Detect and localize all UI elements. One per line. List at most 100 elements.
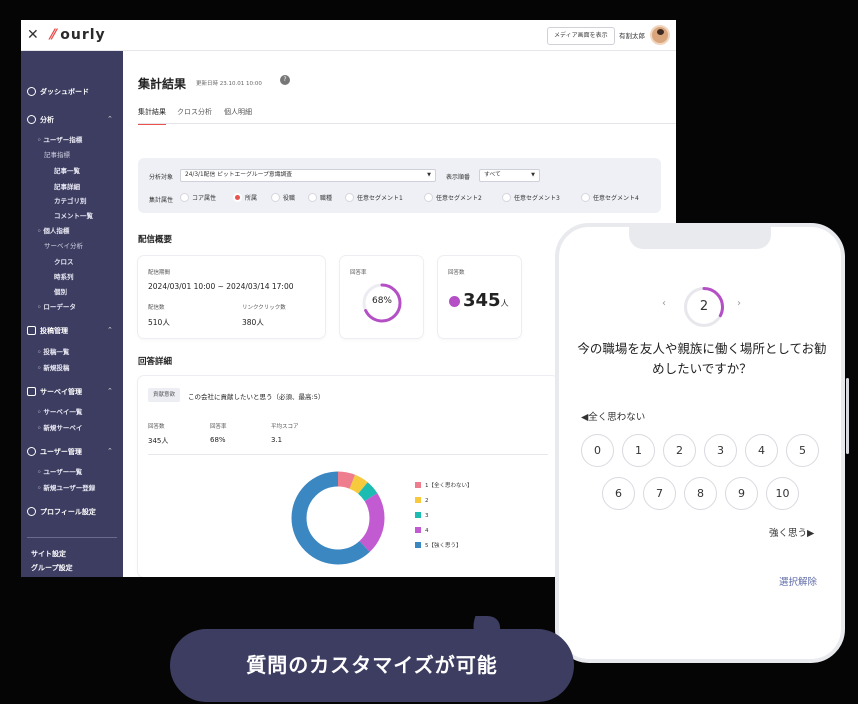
sidebar-item-survey-list[interactable]: ◦ サーベイ一覧	[37, 407, 82, 417]
help-icon[interactable]: ?	[280, 75, 290, 85]
phone-mockup: ‹ 2 › 今の職場を友人や親族に働く場所としてお勧めしたいですか？ ◀全く思わ…	[555, 223, 845, 663]
sidebar-item-comment-list[interactable]: コメント一覧	[54, 211, 93, 221]
radio-position[interactable]: 役職	[271, 193, 295, 204]
detail-count-label: 回答数	[148, 424, 165, 430]
legend-item: 3	[415, 512, 429, 520]
overview-title: 配信概要	[138, 235, 173, 245]
score-button-3[interactable]: 3	[704, 434, 737, 467]
chevron-up-icon[interactable]: ⌃	[107, 115, 113, 123]
sidebar-item-new-survey[interactable]: ◦ 新規サーベイ	[37, 423, 82, 433]
sidebar-item-survey-mgmt[interactable]: サーベイ管理	[27, 387, 82, 397]
sidebar-item-new-post[interactable]: ◦ 新規投稿	[37, 363, 69, 373]
period-value: 2024/03/01 10:00 ~ 2024/03/14 17:00	[148, 282, 294, 291]
question-number: 2	[699, 299, 709, 314]
question-text: 今の職場を友人や親族に働く場所としてお勧めしたいですか？	[577, 341, 827, 376]
sidebar-item-analysis[interactable]: 分析	[27, 115, 54, 125]
sidebar-item-user-list[interactable]: ◦ ユーザー一覧	[37, 467, 82, 477]
radio-segment-3[interactable]: 任意セグメント3	[502, 193, 560, 204]
users-icon	[27, 447, 36, 456]
clear-selection-link[interactable]: 選択解除	[779, 574, 817, 588]
sidebar-item-post-mgmt[interactable]: 投稿管理	[27, 326, 68, 336]
sidebar-item-site-settings[interactable]: サイト設定	[31, 549, 66, 559]
rate-card: 回答率 68%	[340, 256, 423, 338]
sent-label: 配信数	[148, 305, 165, 311]
detail-rate-value: 68%	[210, 436, 226, 444]
score-button-2[interactable]: 2	[663, 434, 696, 467]
radio-department[interactable]: 所属	[233, 193, 257, 204]
legend-item: 2	[415, 497, 429, 505]
phone-notch	[629, 227, 771, 249]
chevron-up-icon[interactable]: ⌃	[107, 387, 113, 395]
sidebar-item-cross[interactable]: クロス	[54, 257, 74, 267]
clicks-value: 380人	[242, 318, 264, 327]
caret-down-icon: ▼	[531, 172, 535, 178]
sidebar-item-personal-metrics[interactable]: ◦ 個人指標	[37, 226, 69, 236]
phone-side-button	[846, 378, 849, 454]
survey-icon	[27, 387, 36, 396]
sidebar-item-raw-data[interactable]: ◦ ローデータ	[37, 302, 76, 312]
score-button-4[interactable]: 4	[745, 434, 778, 467]
sidebar-item-profile[interactable]: プロフィール設定	[27, 507, 96, 517]
radio-segment-1[interactable]: 任意セグメント1	[345, 193, 403, 204]
radio-core[interactable]: コア属性	[180, 193, 216, 204]
score-button-7[interactable]: 7	[643, 477, 676, 510]
period-label: 配信期間	[148, 270, 171, 276]
close-icon[interactable]: ✕	[27, 26, 39, 44]
radio-segment-2[interactable]: 任意セグメント2	[424, 193, 482, 204]
chevron-up-icon[interactable]: ⌃	[107, 326, 113, 334]
filter-panel: 分析対象 24/3/1配信 ピットエーグループ意識調査 ▼ 表示順番 すべて ▼ 集…	[138, 158, 661, 213]
sidebar-item-group-settings[interactable]: グループ設定	[31, 563, 73, 573]
divider	[148, 454, 548, 455]
score-button-8[interactable]: 8	[684, 477, 717, 510]
sidebar-item-dashboard[interactable]: ダッシュボード	[27, 87, 89, 97]
tab-individual-detail[interactable]: 個人明細	[224, 107, 252, 123]
sidebar-divider	[27, 537, 117, 538]
radio-segment-4[interactable]: 任意セグメント4	[581, 193, 639, 204]
user-name: 有割太郎	[619, 32, 645, 40]
sidebar-item-individual[interactable]: 個別	[54, 287, 67, 297]
low-scale-label: ◀全く思わない	[581, 412, 646, 423]
search-icon	[27, 115, 36, 124]
sidebar-item-time-series[interactable]: 時系列	[54, 272, 74, 282]
score-button-5[interactable]: 5	[786, 434, 819, 467]
score-button-10[interactable]: 10	[766, 477, 799, 510]
chevron-left-icon[interactable]: ‹	[662, 298, 666, 309]
target-label: 分析対象	[149, 174, 174, 181]
sidebar-item-new-user[interactable]: ◦ 新規ユーザー登録	[37, 483, 95, 493]
sidebar-item-article-detail[interactable]: 記事詳細	[54, 182, 80, 192]
gauge-icon	[27, 87, 36, 96]
high-scale-label: 強く思う▶	[769, 528, 815, 539]
respondent-icon	[449, 296, 460, 307]
clicks-label: リンククリック数	[242, 305, 286, 311]
order-select[interactable]: すべて ▼	[479, 169, 540, 182]
delivery-card: 配信期間 2024/03/01 10:00 ~ 2024/03/14 17:00…	[138, 256, 325, 338]
sidebar-item-article-list[interactable]: 記事一覧	[54, 166, 80, 176]
sidebar-item-user-metrics[interactable]: ◦ ユーザー指標	[37, 135, 82, 145]
sidebar-group-article-metrics: 記事指標	[44, 151, 70, 159]
score-button-9[interactable]: 9	[725, 477, 758, 510]
logo-text: ourly	[60, 27, 106, 43]
media-view-button[interactable]: メディア画面を表示	[547, 27, 615, 45]
radio-job[interactable]: 職種	[308, 193, 332, 204]
logo: ⫽ ourly	[49, 26, 106, 44]
count-card: 回答数 345人	[438, 256, 521, 338]
score-button-1[interactable]: 1	[622, 434, 655, 467]
chevron-up-icon[interactable]: ⌃	[107, 447, 113, 455]
question-card: 貢献意欲 この会社に貢献したいと思う（必須、最高:5） 回答数 345人 回答率…	[138, 376, 558, 577]
avatar[interactable]	[650, 25, 670, 45]
sidebar-item-user-mgmt[interactable]: ユーザー管理	[27, 447, 82, 457]
count-value: 345人	[463, 290, 509, 311]
target-select[interactable]: 24/3/1配信 ピットエーグループ意識調査 ▼	[180, 169, 436, 182]
document-icon	[27, 326, 36, 335]
legend-item: 4	[415, 527, 429, 535]
detail-count-value: 345人	[148, 437, 169, 445]
page-title: 集計結果	[138, 77, 187, 91]
sidebar-item-post-list[interactable]: ◦ 投稿一覧	[37, 347, 69, 357]
order-label: 表示順番	[446, 174, 471, 181]
score-button-6[interactable]: 6	[602, 477, 635, 510]
tab-cross-analysis[interactable]: クロス分析	[177, 107, 212, 123]
score-button-0[interactable]: 0	[581, 434, 614, 467]
sidebar-item-by-category[interactable]: カテゴリ別	[54, 196, 87, 206]
chevron-right-icon[interactable]: ›	[737, 298, 741, 309]
detail-score-value: 3.1	[271, 436, 283, 444]
